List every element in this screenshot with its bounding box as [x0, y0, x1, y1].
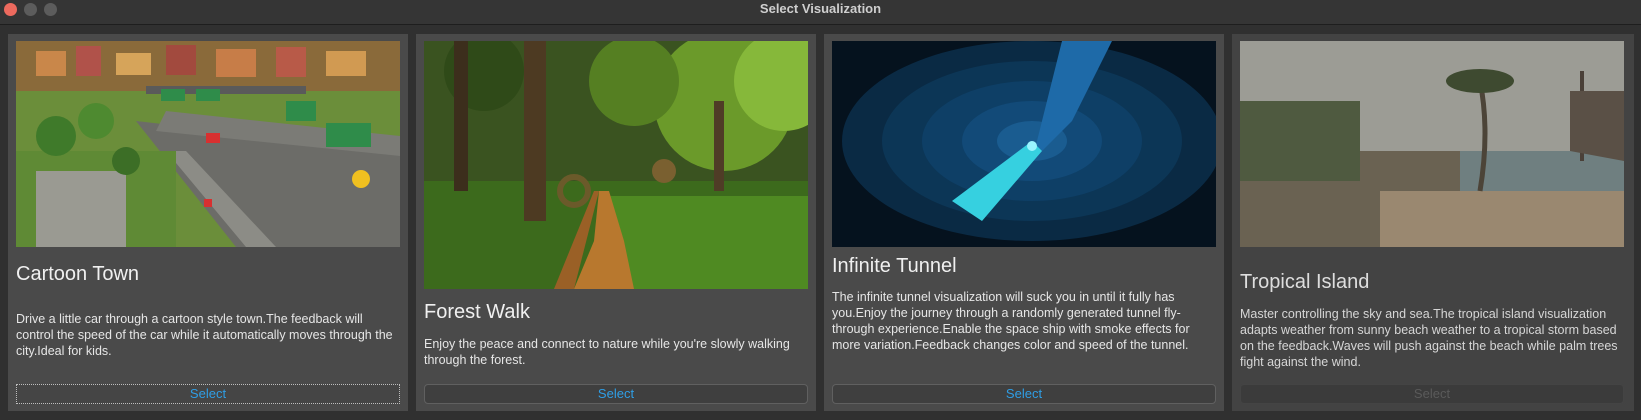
card-description: Enjoy the peace and connect to nature wh… [424, 337, 790, 367]
visualization-grid: Cartoon Town Drive a little car through … [0, 25, 1641, 420]
tropical-island-thumbnail [1240, 41, 1624, 247]
select-button-cartoon-town[interactable]: Select [16, 384, 400, 404]
cartoon-town-thumbnail [16, 41, 400, 247]
visualization-card-tropical-island: Tropical Island Master controlling the s… [1232, 34, 1634, 411]
card-description: Master controlling the sky and sea.The t… [1240, 307, 1618, 369]
card-title: Cartoon Town [16, 263, 140, 285]
select-button-infinite-tunnel[interactable]: Select [832, 384, 1216, 404]
card-title: Infinite Tunnel [832, 255, 957, 277]
window-title: Select Visualization [759, 1, 882, 16]
forest-walk-thumbnail [424, 41, 808, 289]
visualization-card-cartoon-town: Cartoon Town Drive a little car through … [8, 34, 408, 411]
card-title: Forest Walk [424, 301, 530, 323]
select-button-tropical-island: Select [1240, 384, 1624, 404]
title-bar[interactable]: Select Visualization [0, 0, 1641, 25]
visualization-card-forest-walk: Forest Walk Enjoy the peace and connect … [416, 34, 816, 411]
infinite-tunnel-thumbnail [832, 41, 1216, 247]
card-description: Drive a little car through a cartoon sty… [16, 312, 393, 358]
app-window: Select Visualization Cartoon Town Drive … [0, 0, 1641, 420]
select-button-forest-walk[interactable]: Select [424, 384, 808, 404]
card-title: Tropical Island [1240, 271, 1370, 293]
visualization-card-infinite-tunnel: Infinite Tunnel The infinite tunnel visu… [824, 34, 1224, 411]
card-description: The infinite tunnel visualization will s… [832, 290, 1190, 352]
